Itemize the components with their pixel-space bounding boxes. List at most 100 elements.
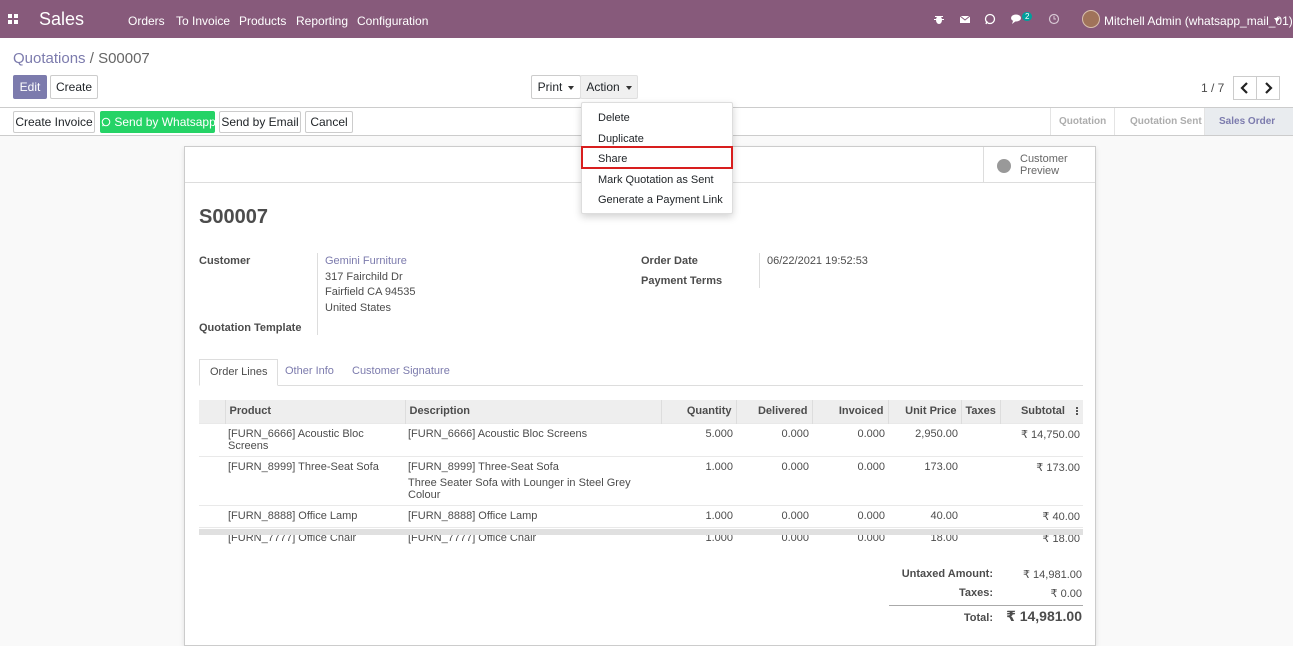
app-name[interactable]: Sales bbox=[39, 9, 84, 30]
chevron-left-icon bbox=[1240, 82, 1248, 94]
cell-description[interactable]: [FURN_8888] Office Lamp bbox=[405, 504, 661, 527]
customer-name-link[interactable]: Gemini Furniture bbox=[325, 255, 407, 267]
taxes-label: Taxes: bbox=[958, 587, 993, 599]
user-menu-caret-icon[interactable] bbox=[1274, 18, 1280, 22]
action-label: Action bbox=[586, 80, 620, 94]
menu-orders[interactable]: Orders bbox=[128, 14, 165, 28]
untaxed-amount-value: ₹ 14,981.00 bbox=[1023, 569, 1082, 581]
row-handle bbox=[199, 455, 225, 505]
cell-delivered[interactable]: 0.000 bbox=[736, 422, 812, 456]
notebook-tabs: Order Lines Other Info Customer Signatur… bbox=[199, 359, 1083, 386]
customer-preview-label: Customer Preview bbox=[1020, 153, 1068, 177]
field-divider bbox=[759, 253, 760, 288]
clock-icon[interactable] bbox=[1048, 13, 1060, 25]
create-button[interactable]: Create bbox=[50, 75, 98, 99]
send-by-email-button[interactable]: Send by Email bbox=[219, 111, 301, 133]
table-header-row: Product Description Quantity Delivered I… bbox=[199, 400, 1083, 423]
description-line: [FURN_8888] Office Lamp bbox=[408, 509, 538, 522]
cell-description[interactable]: [FURN_6666] Acoustic Bloc Screens bbox=[405, 422, 661, 456]
pager-value[interactable]: 1 / 7 bbox=[1201, 81, 1224, 95]
whatsapp-icon[interactable] bbox=[984, 13, 996, 25]
cell-quantity[interactable]: 1.000 bbox=[661, 504, 736, 527]
action-generate-payment-link[interactable]: Generate a Payment Link bbox=[598, 194, 723, 206]
cell-unit-price[interactable]: 40.00 bbox=[888, 504, 961, 527]
messages-badge: 2 bbox=[1022, 12, 1033, 21]
menu-reporting[interactable]: Reporting bbox=[296, 14, 348, 28]
column-header-description[interactable]: Description bbox=[405, 400, 662, 423]
cell-description[interactable]: [FURN_8999] Three-Seat Sofa Three Seater… bbox=[405, 455, 661, 505]
pager-previous-button[interactable] bbox=[1233, 76, 1257, 100]
breadcrumb-quotations[interactable]: Quotations bbox=[13, 50, 86, 67]
cell-taxes[interactable] bbox=[961, 504, 1001, 527]
send-by-whatsapp-button[interactable]: Send by Whatsapp bbox=[100, 111, 216, 133]
action-button[interactable]: Action bbox=[580, 75, 638, 99]
pager-next-button[interactable] bbox=[1256, 76, 1280, 100]
table-footer bbox=[199, 529, 1083, 535]
stage-quotation-sent[interactable]: Quotation Sent bbox=[1114, 108, 1204, 135]
row-handle bbox=[199, 504, 225, 527]
chat-icon[interactable] bbox=[1010, 13, 1022, 25]
cell-quantity[interactable]: 1.000 bbox=[661, 455, 736, 505]
optional-columns-icon[interactable] bbox=[1076, 406, 1079, 416]
cell-product[interactable]: [FURN_8999] Three-Seat Sofa bbox=[225, 455, 405, 505]
total-label: Total: bbox=[963, 612, 993, 624]
action-mark-as-sent[interactable]: Mark Quotation as Sent bbox=[598, 174, 714, 186]
table-row[interactable]: [FURN_8999] Three-Seat Sofa [FURN_8999] … bbox=[199, 455, 1083, 505]
action-share[interactable]: Share bbox=[598, 153, 627, 165]
stage-sales-order[interactable]: Sales Order bbox=[1204, 108, 1293, 135]
menu-configuration[interactable]: Configuration bbox=[357, 14, 428, 28]
print-caret-icon bbox=[568, 85, 575, 90]
tab-other-info[interactable]: Other Info bbox=[275, 359, 344, 386]
column-header-quantity[interactable]: Quantity bbox=[661, 400, 737, 423]
column-header-product[interactable]: Product bbox=[225, 400, 406, 423]
menu-to-invoice[interactable]: To Invoice bbox=[176, 14, 230, 28]
bug-icon[interactable] bbox=[933, 13, 945, 25]
column-header-subtotal[interactable]: Subtotal bbox=[1000, 400, 1083, 423]
column-header-taxes[interactable]: Taxes bbox=[961, 400, 1001, 423]
print-label: Print bbox=[537, 80, 563, 94]
field-divider bbox=[317, 253, 318, 335]
stage-quotation[interactable]: Quotation bbox=[1050, 108, 1114, 135]
user-menu[interactable]: Mitchell Admin (whatsapp_mail_01) bbox=[1104, 14, 1293, 28]
tab-order-lines[interactable]: Order Lines bbox=[199, 359, 279, 386]
apps-menu-icon[interactable] bbox=[8, 14, 20, 26]
table-row[interactable]: [FURN_6666] Acoustic Bloc Screens [FURN_… bbox=[199, 422, 1083, 456]
cell-product[interactable]: [FURN_8888] Office Lamp bbox=[225, 504, 405, 527]
cell-unit-price[interactable]: 2,950.00 bbox=[888, 422, 961, 456]
cancel-button[interactable]: Cancel bbox=[305, 111, 353, 133]
action-delete[interactable]: Delete bbox=[598, 112, 630, 124]
cell-delivered[interactable]: 0.000 bbox=[736, 455, 812, 505]
order-lines-table: Product Description Quantity Delivered I… bbox=[199, 400, 1083, 549]
cell-taxes[interactable] bbox=[961, 455, 1001, 505]
user-avatar[interactable] bbox=[1082, 10, 1100, 28]
order-date-value[interactable]: 06/22/2021 19:52:53 bbox=[767, 255, 868, 267]
cell-invoiced: 0.000 bbox=[812, 422, 888, 456]
table-row[interactable]: [FURN_8888] Office Lamp [FURN_8888] Offi… bbox=[199, 504, 1083, 527]
cell-subtotal: ₹ 173.00 bbox=[1000, 455, 1083, 505]
globe-icon bbox=[997, 159, 1011, 173]
cell-quantity[interactable]: 5.000 bbox=[661, 422, 736, 456]
cell-taxes[interactable] bbox=[961, 422, 1001, 456]
menu-products[interactable]: Products bbox=[239, 14, 286, 28]
cell-delivered[interactable]: 0.000 bbox=[736, 504, 812, 527]
subtotal-header-label: Subtotal bbox=[1020, 405, 1065, 418]
customer-preview-button[interactable]: Customer Preview bbox=[983, 147, 1095, 183]
column-header-invoiced[interactable]: Invoiced bbox=[812, 400, 889, 423]
action-duplicate[interactable]: Duplicate bbox=[598, 133, 644, 145]
tab-customer-signature[interactable]: Customer Signature bbox=[342, 359, 460, 386]
action-caret-icon bbox=[625, 85, 632, 90]
column-header-delivered[interactable]: Delivered bbox=[736, 400, 813, 423]
cell-product[interactable]: [FURN_6666] Acoustic Bloc Screens bbox=[225, 422, 405, 456]
row-handle bbox=[199, 422, 225, 456]
envelope-icon[interactable] bbox=[959, 13, 971, 25]
cell-unit-price[interactable]: 173.00 bbox=[888, 455, 961, 505]
handle-column-header bbox=[199, 400, 226, 423]
edit-button[interactable]: Edit bbox=[13, 75, 47, 99]
create-invoice-button[interactable]: Create Invoice bbox=[13, 111, 95, 133]
column-header-unit-price[interactable]: Unit Price bbox=[888, 400, 962, 423]
send-by-whatsapp-label: Send by Whatsapp bbox=[114, 115, 216, 129]
breadcrumb-current: S00007 bbox=[98, 50, 150, 67]
print-button[interactable]: Print bbox=[531, 75, 581, 99]
cell-subtotal: ₹ 40.00 bbox=[1000, 504, 1083, 527]
payment-terms-label: Payment Terms bbox=[641, 275, 723, 287]
